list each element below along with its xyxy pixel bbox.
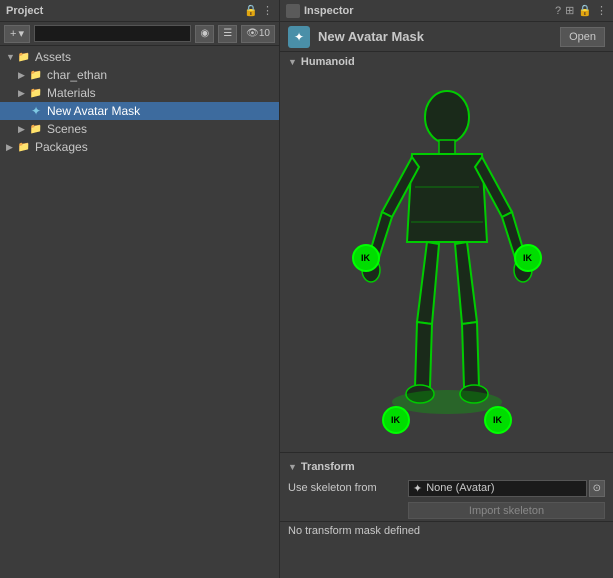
transform-section-header[interactable]: ▼ Transform [280, 457, 613, 477]
humanoid-arrow: ▼ [288, 57, 297, 67]
skeleton-avatar-icon: ✦ [413, 482, 422, 495]
char-ethan-label: char_ethan [47, 68, 107, 82]
project-lock-icon[interactable]: 🔒 [244, 4, 258, 17]
settings-button[interactable]: ☰ [218, 25, 237, 43]
humanoid-section-header[interactable]: ▼ Humanoid [280, 52, 613, 72]
materials-folder-icon: 📁 [28, 85, 44, 101]
inspector-panel: Inspector ? ⊞ 🔒 ⋮ ✦ New Avatar Mask Open… [280, 0, 613, 578]
project-tree: 📁 Assets 📁 char_ethan 📁 Materials ✦ New … [0, 46, 279, 578]
avatar-mask-label: New Avatar Mask [47, 104, 140, 118]
char-ethan-folder-icon: 📁 [28, 67, 44, 83]
open-button[interactable]: Open [560, 27, 605, 47]
scenes-folder-icon: 📁 [28, 121, 44, 137]
transform-section: ▼ Transform Use skeleton from ✦ None (Av… [280, 452, 613, 544]
add-button[interactable]: + ▾ [4, 25, 30, 43]
avatar-mask-icon: ✦ [28, 103, 44, 119]
add-arrow: ▾ [18, 27, 24, 40]
skeleton-pick-button[interactable]: ⊙ [589, 480, 605, 497]
tree-item-avatar-mask[interactable]: ✦ New Avatar Mask [0, 102, 279, 120]
skeleton-value-text: None (Avatar) [426, 482, 494, 494]
project-more-icon[interactable]: ⋮ [262, 4, 273, 17]
inspector-question-icon[interactable]: ? [555, 5, 561, 17]
humanoid-label: Humanoid [301, 56, 355, 68]
ik-right-hand-button[interactable]: IK [514, 244, 542, 272]
skeleton-value-display[interactable]: ✦ None (Avatar) [408, 480, 587, 497]
char-ethan-arrow [18, 70, 28, 81]
use-skeleton-label: Use skeleton from [288, 482, 408, 494]
project-header: Project 🔒 ⋮ [0, 0, 279, 22]
tree-item-packages[interactable]: 📁 Packages [0, 138, 279, 156]
search-input[interactable] [34, 25, 192, 42]
materials-arrow [18, 88, 28, 99]
inspector-content: ▼ Humanoid [280, 52, 613, 578]
use-skeleton-value-container: ✦ None (Avatar) ⊙ [408, 480, 605, 497]
inspector-grid-icon[interactable]: ⊞ [565, 4, 574, 17]
eye-count-badge: 👁 10 [241, 25, 275, 43]
asset-type-icon: ✦ [288, 26, 310, 48]
body-silhouette [357, 82, 537, 432]
inspector-header-icons: ? ⊞ 🔒 ⋮ [555, 4, 607, 17]
inspector-title: Inspector [304, 5, 354, 17]
assets-label: Assets [35, 50, 71, 64]
asset-name-label: New Avatar Mask [318, 29, 552, 44]
inspector-header: Inspector ? ⊞ 🔒 ⋮ [280, 0, 613, 22]
project-title: Project [6, 5, 43, 17]
ik-right-foot-button[interactable]: IK [484, 406, 512, 434]
filter-button[interactable]: ◉ [195, 25, 214, 43]
tree-item-materials[interactable]: 📁 Materials [0, 84, 279, 102]
tree-item-char-ethan[interactable]: 📁 char_ethan [0, 66, 279, 84]
asset-header: ✦ New Avatar Mask Open [280, 22, 613, 52]
packages-arrow [6, 142, 16, 153]
packages-folder-icon: 📁 [16, 139, 32, 155]
packages-label: Packages [35, 140, 88, 154]
inspector-more-icon[interactable]: ⋮ [596, 4, 607, 17]
scenes-label: Scenes [47, 122, 87, 136]
transform-label: Transform [301, 461, 355, 473]
status-text: No transform mask defined [288, 525, 420, 537]
ik-left-hand-button[interactable]: IK [352, 244, 380, 272]
import-skeleton-row: Import skeleton [280, 499, 613, 521]
tree-item-scenes[interactable]: 📁 Scenes [0, 120, 279, 138]
assets-folder-icon: 📁 [16, 49, 32, 65]
ik-left-foot-button[interactable]: IK [382, 406, 410, 434]
import-skeleton-button[interactable]: Import skeleton [408, 502, 605, 519]
scenes-arrow [18, 124, 28, 135]
inspector-lock-icon[interactable]: 🔒 [578, 4, 592, 17]
inspector-indicator [286, 4, 300, 18]
import-skeleton-container: Import skeleton [408, 502, 605, 519]
tree-item-assets[interactable]: 📁 Assets [0, 48, 279, 66]
assets-arrow [6, 52, 16, 62]
transform-arrow: ▼ [288, 462, 297, 472]
project-panel: Project 🔒 ⋮ + ▾ ◉ ☰ 👁 10 📁 Assets [0, 0, 280, 578]
humanoid-figure-area: IK IK IK IK [280, 72, 613, 452]
inspector-header-left: Inspector [286, 4, 354, 18]
project-toolbar: + ▾ ◉ ☰ 👁 10 [0, 22, 279, 46]
materials-label: Materials [47, 86, 96, 100]
status-bar: No transform mask defined [280, 521, 613, 540]
project-header-icons: 🔒 ⋮ [244, 4, 273, 17]
figure-container: IK IK IK IK [347, 82, 547, 442]
use-skeleton-row: Use skeleton from ✦ None (Avatar) ⊙ [280, 477, 613, 499]
add-label: + [10, 28, 16, 40]
